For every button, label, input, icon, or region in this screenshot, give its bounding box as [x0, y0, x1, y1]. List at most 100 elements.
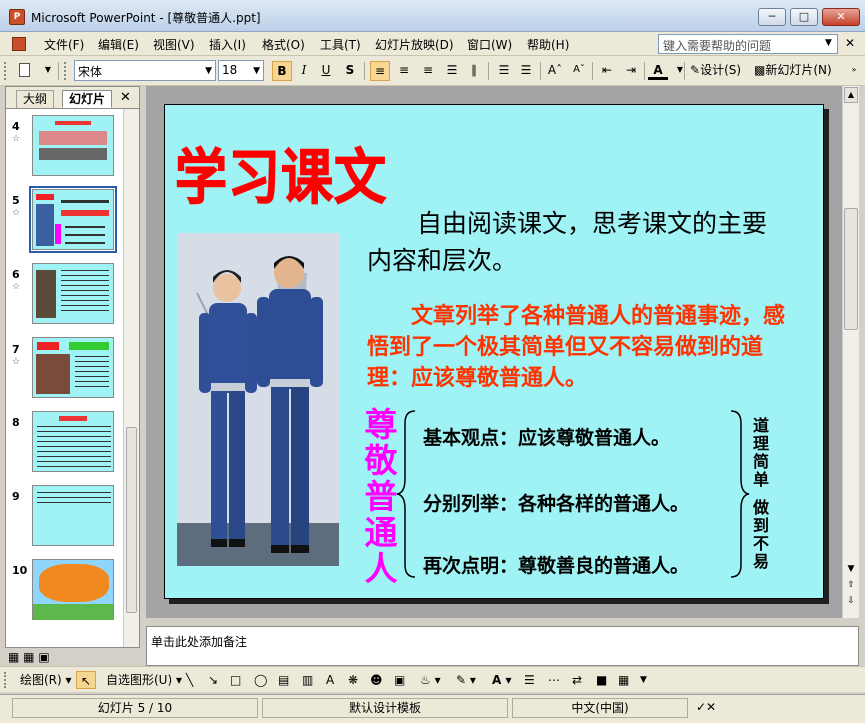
justify-icon[interactable]: ☰ [442, 61, 462, 81]
slide-thumbnail-8[interactable] [32, 411, 114, 472]
bullet-list-icon[interactable]: ☰ [516, 61, 536, 81]
chevron-down-icon[interactable]: ▼ [825, 38, 832, 48]
maximize-button[interactable]: □ [790, 8, 818, 26]
line-color-icon[interactable]: ✎ ▾ [456, 671, 476, 689]
design-template-name[interactable]: 默认设计模板 [262, 698, 508, 718]
close-button[interactable]: ✕ [822, 8, 860, 26]
slide-sorter-view-icon[interactable]: ▦ [23, 650, 34, 664]
tab-slides[interactable]: 幻灯片 [62, 90, 113, 108]
design-button[interactable]: ✎设计(S) [690, 61, 741, 81]
increase-font-icon[interactable]: Aˆ [545, 61, 565, 81]
line-tool-icon[interactable]: ╲ [186, 671, 193, 689]
align-right-icon[interactable]: ≡ [418, 61, 438, 81]
arrow-tool-icon[interactable]: ↘ [208, 671, 218, 689]
menu-view[interactable]: 视图(V) [153, 36, 195, 53]
autoshapes-button[interactable]: 自选图形(U) ▾ [106, 671, 182, 689]
menu-edit[interactable]: 编辑(E) [98, 36, 139, 53]
slide-title[interactable]: 学习课文 [174, 129, 387, 215]
shadow-button[interactable]: S [340, 61, 360, 81]
font-color-draw-icon[interactable]: A ▾ [492, 671, 512, 689]
vertical-textbox-icon[interactable]: ▥ [302, 671, 313, 689]
slide-scrollbar[interactable]: ▲ ▼ ⇧ ⇩ [842, 86, 859, 618]
line-style-icon[interactable]: ☰ [524, 671, 535, 689]
arrow-style-icon[interactable]: ⇄ [572, 671, 582, 689]
document-icon[interactable] [12, 37, 26, 51]
help-search-input[interactable]: 键入需要帮助的问题 [658, 34, 838, 54]
italic-button[interactable]: I [294, 61, 314, 81]
textbox-tool-icon[interactable]: ▤ [278, 671, 289, 689]
toolbar-grip-icon[interactable] [64, 62, 67, 80]
font-color-dropdown-icon[interactable]: ▼ [670, 61, 690, 81]
menu-format[interactable]: 格式(O) [262, 36, 305, 53]
slide-thumbnail-7[interactable] [32, 337, 114, 398]
numbered-list-icon[interactable]: ☰ [494, 61, 514, 81]
slide-thumbnail-9[interactable] [32, 485, 114, 546]
slide-thumbnail-6[interactable] [32, 263, 114, 324]
decrease-font-icon[interactable]: Aˇ [569, 61, 589, 81]
slideshow-view-icon[interactable]: ▣ [38, 650, 49, 664]
menu-tools[interactable]: 工具(T) [320, 36, 361, 53]
align-center-icon[interactable]: ≡ [394, 61, 414, 81]
clipart-icon[interactable]: ☻ [370, 671, 383, 689]
underline-button[interactable]: U [316, 61, 336, 81]
toolbar-options-icon[interactable]: ▼ [38, 61, 58, 81]
pane-close-icon[interactable]: ✕ [120, 90, 131, 105]
toolbar-overflow-icon[interactable]: » [844, 61, 864, 81]
increase-indent-icon[interactable]: ⇥ [621, 61, 641, 81]
spell-check-icon[interactable]: ✓✕ [696, 700, 716, 714]
menu-slideshow[interactable]: 幻灯片放映(D) [375, 36, 454, 53]
previous-slide-icon[interactable]: ⇧ [844, 580, 858, 596]
align-left-icon[interactable]: ≡ [370, 61, 390, 81]
notes-placeholder[interactable]: 单击此处添加备注 [151, 633, 247, 650]
slide-thumbnail-10[interactable] [32, 559, 114, 620]
menu-window[interactable]: 窗口(W) [467, 36, 512, 53]
font-name-select[interactable]: 宋体 ▼ [74, 60, 216, 81]
thumbnail-scrollbar[interactable] [123, 109, 139, 647]
draw-menu-button[interactable]: 绘图(R) ▾ [20, 671, 72, 689]
decrease-indent-icon[interactable]: ⇤ [597, 61, 617, 81]
wordart-icon[interactable]: A [326, 671, 334, 689]
next-slide-icon[interactable]: ⇩ [844, 596, 858, 612]
point-restate[interactable]: 再次点明：尊敬善良的普通人。 [423, 551, 689, 578]
font-color-icon[interactable]: A [648, 61, 668, 80]
3d-style-icon[interactable]: ▦ [618, 671, 629, 689]
toolbar-overflow-icon[interactable]: ▼ [640, 671, 647, 689]
new-document-icon[interactable] [14, 61, 34, 81]
dash-style-icon[interactable]: ⋯ [548, 671, 560, 689]
slide-thumbnail-5[interactable] [29, 186, 117, 253]
tab-outline[interactable]: 大纲 [16, 90, 55, 108]
summary-text[interactable]: 文章列举了各种普通人的普通事迹，感悟到了一个极其简单但又不容易做到的道理：应该尊… [367, 301, 787, 394]
menu-insert[interactable]: 插入(I) [209, 36, 246, 53]
document-close-icon[interactable]: ✕ [845, 36, 855, 50]
slide-thumbnail-4[interactable] [32, 115, 114, 176]
select-pointer-icon[interactable]: ↖ [76, 671, 96, 689]
reading-instruction-text[interactable]: 自由阅读课文，思考课文的主要内容和层次。 [367, 205, 787, 279]
current-slide[interactable]: 学习课文 自由阅读课文，思考课文的主要内容和层次。 文章列举了各种普通人的普通事… [164, 104, 824, 599]
point-listing[interactable]: 分别列举：各种各样的普通人。 [423, 489, 689, 516]
menu-file[interactable]: 文件(F) [44, 36, 84, 53]
toolbar-grip-icon[interactable] [4, 62, 7, 80]
minimize-button[interactable]: ─ [758, 8, 786, 26]
font-size-select[interactable]: 18 ▼ [218, 60, 264, 81]
right-summary-label[interactable]: 道理简单 做到不易 [751, 417, 771, 571]
fill-color-icon[interactable]: ♨ ▾ [420, 671, 441, 689]
notes-pane[interactable]: 单击此处添加备注 [146, 626, 859, 666]
scroll-down-icon[interactable]: ▼ [844, 564, 858, 580]
diagram-icon[interactable]: ❋ [348, 671, 358, 689]
toolbar-grip-icon[interactable] [4, 672, 7, 688]
workers-photo[interactable] [177, 233, 339, 566]
normal-view-icon[interactable]: ▦ [8, 650, 19, 664]
powerpoint-app-icon[interactable]: P [9, 9, 25, 25]
point-basic-view[interactable]: 基本观点：应该尊敬普通人。 [423, 423, 670, 450]
new-slide-button[interactable]: ▩新幻灯片(N) [754, 61, 832, 81]
thumbnail-scroll-thumb[interactable] [126, 427, 137, 613]
text-direction-icon[interactable]: ∥ [464, 61, 484, 81]
shadow-style-icon[interactable]: ■ [596, 671, 607, 689]
slide-scroll-thumb[interactable] [844, 208, 858, 330]
scroll-up-icon[interactable]: ▲ [844, 87, 858, 103]
rectangle-tool-icon[interactable]: □ [230, 671, 241, 689]
menu-help[interactable]: 帮助(H) [527, 36, 569, 53]
oval-tool-icon[interactable]: ◯ [254, 671, 267, 689]
insert-picture-icon[interactable]: ▣ [394, 671, 405, 689]
bold-button[interactable]: B [272, 61, 292, 81]
